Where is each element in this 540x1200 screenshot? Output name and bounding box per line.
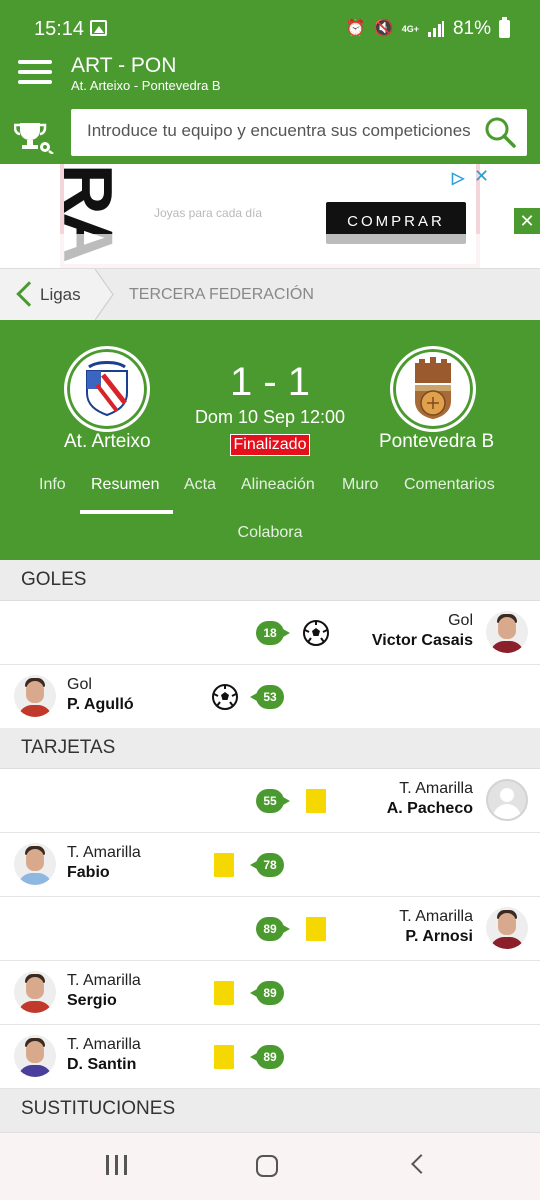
yellow-card-icon xyxy=(214,853,234,877)
card-row[interactable]: 89 T. Amarilla P. Arnosi xyxy=(0,897,540,961)
search-icon[interactable] xyxy=(483,115,517,149)
tab-acta[interactable]: Acta xyxy=(184,476,216,494)
breadcrumb: Ligas TERCERA FEDERACIÓN xyxy=(0,268,540,320)
app-header: ART - PON At. Arteixo - Pontevedra B xyxy=(0,54,540,164)
yellow-card-icon xyxy=(214,1045,234,1069)
breadcrumb-ligas-label: Ligas xyxy=(40,285,81,304)
goal-row[interactable]: Gol P. Agulló 53 xyxy=(0,665,540,729)
event-player[interactable]: D. Santin xyxy=(67,1056,136,1074)
ad-fade xyxy=(0,234,540,268)
event-type: T. Amarilla xyxy=(399,780,473,797)
soccer-ball-icon xyxy=(303,620,329,646)
section-goles: GOLES xyxy=(0,560,540,601)
event-player[interactable]: A. Pacheco xyxy=(387,800,473,818)
menu-icon[interactable] xyxy=(18,60,52,86)
minute-badge: 89 xyxy=(256,917,290,941)
goal-row[interactable]: 18 Gol Victor Casais xyxy=(0,601,540,665)
gallery-notification-icon xyxy=(90,20,107,36)
alarm-icon: ⏰ xyxy=(345,20,366,37)
event-type: T. Amarilla xyxy=(67,972,141,989)
section-tarjetas-title: TARJETAS xyxy=(21,737,116,758)
ad-area: RA Joyas para cada día COMPRAR ▷ ✕ ✕ xyxy=(0,164,540,268)
breadcrumb-current: TERCERA FEDERACIÓN xyxy=(129,286,314,303)
signal-icon xyxy=(427,21,444,37)
breadcrumb-back-ligas[interactable]: Ligas xyxy=(0,269,95,320)
battery-icon xyxy=(499,17,510,38)
ad-text: Joyas para cada día xyxy=(154,206,263,220)
player-avatar[interactable] xyxy=(14,971,56,1013)
ad-close-button[interactable]: ✕ xyxy=(514,208,540,234)
match-subtitle: At. Arteixo - Pontevedra B xyxy=(71,78,221,93)
minute-badge: 89 xyxy=(250,981,284,1005)
match-date: Dom 10 Sep 12:00 xyxy=(194,407,346,427)
status-icons: ⏰ 🔇 4G+ 81% xyxy=(345,17,510,40)
player-avatar[interactable] xyxy=(14,1035,56,1077)
card-row[interactable]: T. Amarilla Sergio 89 xyxy=(0,961,540,1025)
match-status-badge: Finalizado xyxy=(229,434,311,456)
event-player[interactable]: Sergio xyxy=(67,992,117,1010)
status-time: 15:14 xyxy=(34,18,85,40)
adchoices-icon[interactable]: ▷ xyxy=(452,168,464,188)
yellow-card-icon xyxy=(306,917,326,941)
player-avatar[interactable] xyxy=(14,675,56,717)
section-sustituciones: SUSTITUCIONES xyxy=(0,1089,540,1133)
player-avatar[interactable] xyxy=(486,907,528,949)
event-player[interactable]: Fabio xyxy=(67,864,110,882)
mute-icon: 🔇 xyxy=(373,20,394,37)
tab-resumen[interactable]: Resumen xyxy=(91,476,159,494)
player-avatar[interactable] xyxy=(486,611,528,653)
recent-apps-icon[interactable] xyxy=(104,1155,130,1177)
tab-muro[interactable]: Muro xyxy=(342,476,378,494)
soccer-ball-icon xyxy=(212,684,238,710)
status-bar: 15:14 ⏰ 🔇 4G+ 81% xyxy=(0,0,540,54)
card-row[interactable]: T. Amarilla D. Santin 89 xyxy=(0,1025,540,1089)
player-avatar[interactable] xyxy=(14,843,56,885)
tab-comentarios[interactable]: Comentarios xyxy=(404,476,495,494)
match-score: 1 - 1 xyxy=(229,360,311,404)
minute-badge: 89 xyxy=(250,1045,284,1069)
tab-alineacion[interactable]: Alineación xyxy=(241,476,315,494)
match-short-title: ART - PON xyxy=(71,54,177,77)
section-tarjetas: TARJETAS xyxy=(0,728,540,769)
event-type: T. Amarilla xyxy=(67,1036,141,1053)
match-header: At. Arteixo Pontevedra B 1 - 1 Dom 10 Se… xyxy=(0,320,540,560)
minute-badge: 78 xyxy=(250,853,284,877)
ad-dismiss-icon[interactable]: ✕ xyxy=(474,166,489,187)
home-icon[interactable] xyxy=(256,1155,278,1177)
card-row[interactable]: 55 T. Amarilla A. Pacheco xyxy=(0,769,540,833)
minute-badge: 53 xyxy=(250,685,284,709)
battery-percent: 81% xyxy=(452,18,491,39)
minute-badge: 18 xyxy=(256,621,290,645)
match-tabs: Info Resumen Acta Alineación Muro Coment… xyxy=(0,476,540,510)
breadcrumb-separator xyxy=(95,269,114,320)
minute-badge: 55 xyxy=(256,789,290,813)
system-nav-bar xyxy=(0,1133,540,1200)
chevron-left-icon xyxy=(16,281,42,307)
active-tab-indicator xyxy=(80,510,173,514)
team-search-box[interactable] xyxy=(71,109,527,156)
tab-info[interactable]: Info xyxy=(39,476,66,494)
event-type: Gol xyxy=(67,676,92,693)
section-goles-title: GOLES xyxy=(21,569,87,590)
event-type: Gol xyxy=(448,612,473,629)
card-row[interactable]: T. Amarilla Fabio 78 xyxy=(0,833,540,897)
yellow-card-icon xyxy=(214,981,234,1005)
event-player[interactable]: P. Arnosi xyxy=(405,928,473,946)
section-sustituciones-title: SUSTITUCIONES xyxy=(21,1098,176,1119)
network-type-icon: 4G+ xyxy=(401,23,419,34)
tab-colabora[interactable]: Colabora xyxy=(0,524,540,542)
yellow-card-icon xyxy=(306,789,326,813)
event-player[interactable]: P. Agulló xyxy=(67,696,134,714)
back-icon[interactable] xyxy=(411,1154,431,1174)
player-avatar-placeholder[interactable] xyxy=(486,779,528,821)
team-search-input[interactable] xyxy=(87,121,487,141)
event-type: T. Amarilla xyxy=(399,908,473,925)
event-type: T. Amarilla xyxy=(67,844,141,861)
trophy-icon[interactable] xyxy=(14,120,54,154)
event-player[interactable]: Victor Casais xyxy=(372,632,473,650)
